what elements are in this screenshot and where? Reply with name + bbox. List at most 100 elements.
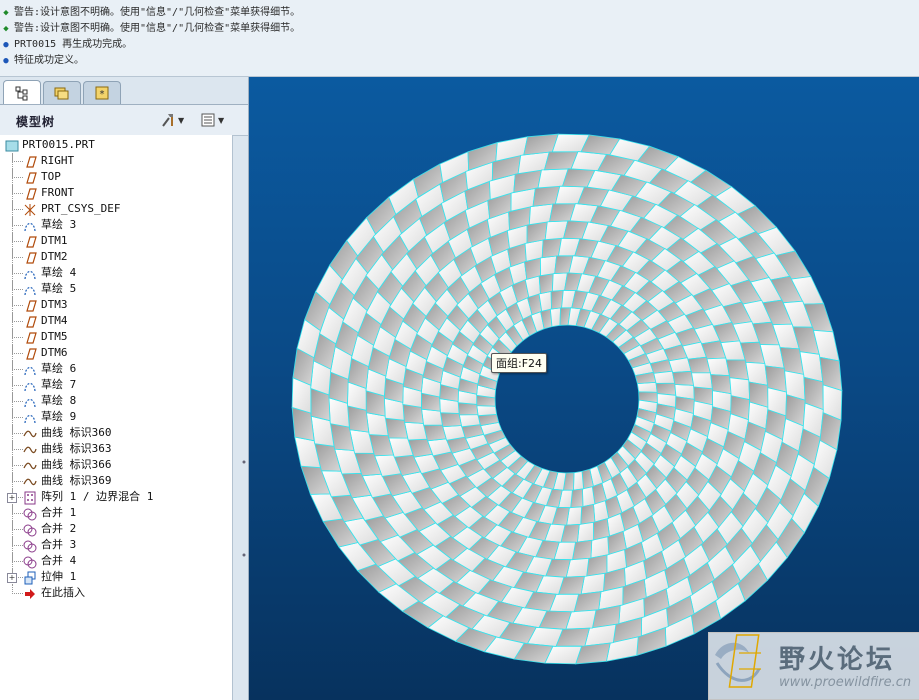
- tree-item[interactable]: 合并 4: [0, 553, 232, 569]
- surface-patch[interactable]: [653, 370, 676, 384]
- datum-plane-icon: [23, 186, 37, 200]
- tree-connector: [12, 217, 23, 226]
- surface-patch[interactable]: [582, 486, 596, 508]
- model-tree-tab[interactable]: [3, 80, 41, 105]
- message-text: PRT0015 再生成功完成。: [14, 39, 133, 50]
- tree-item[interactable]: PRT_CSYS_DEF: [0, 201, 232, 217]
- tree-item-label: 合并 2: [41, 522, 77, 535]
- tree-item-label: 草绘 4: [41, 266, 77, 279]
- tree-show-button[interactable]: ▼: [200, 111, 224, 129]
- tree-item[interactable]: 草绘 4: [0, 265, 232, 281]
- surface-patch[interactable]: [636, 381, 658, 393]
- tree-item[interactable]: DTM2: [0, 249, 232, 265]
- tree-item[interactable]: 曲线 标识360: [0, 425, 232, 441]
- surface-patch[interactable]: [672, 370, 695, 386]
- check-status-icon: ◆: [3, 8, 9, 18]
- expand-toggle[interactable]: +: [7, 573, 17, 583]
- watermark-url: www.proewildfire.cn: [779, 675, 912, 690]
- folder-browser-tab[interactable]: [43, 81, 81, 104]
- watermark-title: 野火论坛: [779, 645, 896, 675]
- tree-item[interactable]: + 拉伸 1: [0, 569, 232, 585]
- panel-resize-handle[interactable]: [241, 515, 247, 595]
- tree-item-label: RIGHT: [41, 154, 75, 167]
- tree-item[interactable]: + 阵列 1 / 边界混合 1: [0, 489, 232, 505]
- tree-item[interactable]: 曲线 标识366: [0, 457, 232, 473]
- watermark: 野火论坛 www.proewildfire.cn: [708, 632, 919, 700]
- surface-patch[interactable]: [439, 412, 462, 428]
- tree-connector: [12, 233, 23, 242]
- favorites-tab[interactable]: *: [83, 81, 121, 104]
- tree-item-label: PRT_CSYS_DEF: [41, 202, 121, 215]
- tree-item[interactable]: 合并 1: [0, 505, 232, 521]
- datum-plane-icon: [23, 314, 37, 328]
- tree-item[interactable]: DTM4: [0, 313, 232, 329]
- sketch-icon: [23, 266, 37, 280]
- message-text: 警告:设计意图不明确。使用"信息"/"几何检查"菜单获得细节。: [14, 23, 301, 34]
- tree-item[interactable]: FRONT: [0, 185, 232, 201]
- tree-item-label: 曲线 标识369: [41, 474, 112, 487]
- surface-patch[interactable]: [691, 372, 713, 390]
- check-status-icon: ◆: [3, 24, 9, 34]
- tree-item[interactable]: DTM1: [0, 233, 232, 249]
- tree-item-label: 草绘 7: [41, 378, 77, 391]
- surface-patch[interactable]: [580, 503, 596, 525]
- tree-item[interactable]: 合并 3: [0, 537, 232, 553]
- tree-item[interactable]: 曲线 标识369: [0, 473, 232, 489]
- expand-toggle[interactable]: +: [7, 493, 17, 503]
- message-line: ◆ 警告:设计意图不明确。使用"信息"/"几何检查"菜单获得细节。: [0, 5, 300, 21]
- model-tree: PRT0015.PRT RIGHT TOP FRONT PRT_CSYS_DEF 草绘 3…: [0, 135, 233, 700]
- tree-item[interactable]: 草绘 9: [0, 409, 232, 425]
- tree-connector: [12, 505, 23, 514]
- tree-item[interactable]: 曲线 标识363: [0, 441, 232, 457]
- tree-connector: [12, 457, 23, 466]
- tree-settings-button[interactable]: ▼: [160, 111, 184, 129]
- tree-item-label: 曲线 标识360: [41, 426, 112, 439]
- tree-item-label: TOP: [41, 170, 61, 183]
- surface-patch[interactable]: [458, 414, 481, 428]
- model-tree-title: 模型树: [16, 115, 56, 129]
- surface-patch[interactable]: [573, 470, 585, 491]
- tree-item[interactable]: 合并 2: [0, 521, 232, 537]
- favorites-tab-icon: *: [95, 86, 109, 100]
- tree-connector: [12, 409, 23, 418]
- sketch-icon: [23, 282, 37, 296]
- tree-connector: [12, 345, 23, 354]
- tree-connector: [12, 329, 23, 338]
- tree-item-label: DTM6: [41, 346, 68, 359]
- merge-icon: [23, 554, 37, 569]
- tree-item[interactable]: 在此插入: [0, 585, 232, 601]
- tree-root-item[interactable]: PRT0015.PRT: [0, 137, 232, 153]
- surface-patch[interactable]: [549, 307, 561, 328]
- tree-item[interactable]: RIGHT: [0, 153, 232, 169]
- tree-item[interactable]: DTM3: [0, 297, 232, 313]
- tree-item[interactable]: 草绘 3: [0, 217, 232, 233]
- datum-plane-icon: [23, 298, 37, 312]
- tree-item[interactable]: DTM5: [0, 329, 232, 345]
- tree-item[interactable]: 草绘 5: [0, 281, 232, 297]
- quilt-surface[interactable]: [249, 77, 919, 700]
- surface-patch[interactable]: [476, 405, 498, 417]
- quilt-patches[interactable]: [291, 133, 843, 665]
- surface-patch[interactable]: [576, 521, 595, 543]
- tree-item[interactable]: 草绘 7: [0, 377, 232, 393]
- tree-connector: [12, 153, 23, 162]
- sketch-icon: [23, 218, 37, 232]
- tree-item[interactable]: 草绘 6: [0, 361, 232, 377]
- tree-item-label: 阵列 1 / 边界混合 1: [41, 490, 154, 503]
- graphics-viewport[interactable]: 面组:F24 野火论坛 www.proewildfire.cn: [249, 77, 919, 700]
- tree-item[interactable]: DTM6: [0, 345, 232, 361]
- tree-item[interactable]: TOP: [0, 169, 232, 185]
- tree-item-label: DTM4: [41, 314, 68, 327]
- surface-patch[interactable]: [538, 273, 554, 295]
- panel-splitter-handle[interactable]: [241, 447, 247, 477]
- surface-patch[interactable]: [538, 290, 552, 312]
- tree-item[interactable]: 草绘 8: [0, 393, 232, 409]
- surface-patch[interactable]: [710, 374, 732, 395]
- surface-patch[interactable]: [421, 408, 443, 426]
- tree-connector: [12, 393, 23, 402]
- surface-patch[interactable]: [539, 255, 558, 277]
- list-view-icon: [201, 113, 215, 127]
- tree-connector: [12, 553, 23, 562]
- tree-connector: [12, 185, 23, 194]
- curve-icon: [23, 442, 37, 456]
